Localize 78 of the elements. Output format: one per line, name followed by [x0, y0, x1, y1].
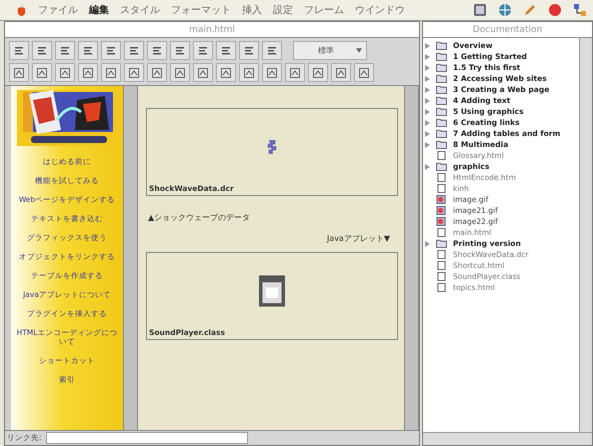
network-icon[interactable] — [573, 3, 587, 17]
folder-icon — [436, 107, 447, 116]
toolbar-button[interactable] — [262, 63, 282, 82]
toolbar-button[interactable] — [170, 41, 190, 60]
globe-icon[interactable] — [498, 3, 512, 17]
toolbar-button[interactable] — [239, 63, 259, 82]
menu-item[interactable]: 設定 — [273, 3, 293, 17]
disclosure-icon[interactable] — [425, 164, 430, 170]
toolbar-button[interactable] — [124, 41, 144, 60]
scroll-bar[interactable] — [123, 86, 138, 430]
applet-icon — [259, 274, 285, 306]
window-title: main.html — [189, 24, 235, 34]
folder-icon — [436, 129, 447, 138]
toolbar-button[interactable] — [239, 41, 259, 60]
toolbar-button[interactable] — [55, 41, 75, 60]
document-icon — [436, 173, 447, 182]
application-icon[interactable] — [473, 3, 487, 17]
menu-item[interactable]: ファイル — [38, 3, 78, 17]
menu-item[interactable]: スタイル — [120, 3, 160, 17]
caption-text: Javaアプレット▼ — [326, 233, 391, 245]
folder-icon — [436, 41, 447, 50]
image-file-icon — [436, 195, 447, 204]
toolbar-button[interactable] — [78, 63, 98, 82]
folder-icon — [436, 85, 447, 94]
toolbar-button[interactable] — [193, 63, 213, 82]
toolbar-button[interactable] — [170, 63, 190, 82]
folder-icon — [436, 239, 447, 248]
toolbar-button[interactable] — [9, 41, 29, 60]
toolbar-button[interactable] — [9, 63, 29, 82]
ball-icon[interactable] — [548, 3, 562, 17]
menu-item[interactable]: フレーム — [304, 3, 344, 17]
disclosure-icon[interactable] — [425, 240, 430, 246]
folder-icon — [436, 52, 447, 61]
document-icon — [436, 228, 447, 237]
folder-icon — [436, 162, 447, 171]
toolbar-button[interactable] — [262, 41, 282, 60]
menu-item[interactable]: フォーマット — [171, 3, 231, 17]
toolbar-button[interactable] — [285, 63, 305, 82]
image-file-icon — [436, 206, 447, 215]
scroll-bar[interactable] — [423, 432, 592, 445]
scroll-bar[interactable] — [404, 86, 419, 430]
toolbar-button[interactable] — [101, 63, 121, 82]
scroll-bar[interactable] — [579, 38, 592, 432]
apple-icon[interactable] — [16, 4, 27, 16]
menu-item[interactable]: ウインドウ — [355, 3, 405, 17]
document-icon — [436, 261, 447, 270]
link-field[interactable] — [46, 432, 248, 444]
toolbar-button[interactable] — [331, 63, 351, 82]
toolbar-button[interactable] — [32, 41, 52, 60]
folder-icon — [436, 63, 447, 72]
caret-icon — [356, 48, 362, 53]
document-icon — [436, 283, 447, 292]
menu-item[interactable]: 挿入 — [242, 3, 262, 17]
menu-item[interactable]: 編集 — [89, 3, 109, 17]
document-icon — [436, 250, 447, 259]
toolbar-button[interactable] — [55, 63, 75, 82]
toolbar-button[interactable] — [124, 63, 144, 82]
toolbar-button[interactable] — [354, 63, 374, 82]
caption-text: ▲ショックウェーブのデータ — [147, 212, 252, 224]
image-file-icon — [436, 217, 447, 226]
folder-icon — [436, 74, 447, 83]
folder-icon — [436, 96, 447, 105]
document-icon — [436, 272, 447, 281]
toolbar-button[interactable] — [78, 41, 98, 60]
toolbar-button[interactable] — [101, 41, 121, 60]
document-icon — [436, 151, 447, 160]
toolbar-button[interactable] — [308, 63, 328, 82]
toolbar-button[interactable] — [216, 63, 236, 82]
toolbar-button[interactable] — [147, 41, 167, 60]
toolbar-button[interactable] — [147, 63, 167, 82]
toolbar-button[interactable] — [32, 63, 52, 82]
folder-icon — [436, 140, 447, 149]
toolbar-button[interactable] — [216, 41, 236, 60]
window-title: Documentation — [472, 24, 542, 34]
folder-icon — [436, 118, 447, 127]
style-dropdown[interactable]: 標準 — [293, 41, 367, 60]
toolbar-button[interactable] — [193, 41, 213, 60]
document-icon — [436, 184, 447, 193]
